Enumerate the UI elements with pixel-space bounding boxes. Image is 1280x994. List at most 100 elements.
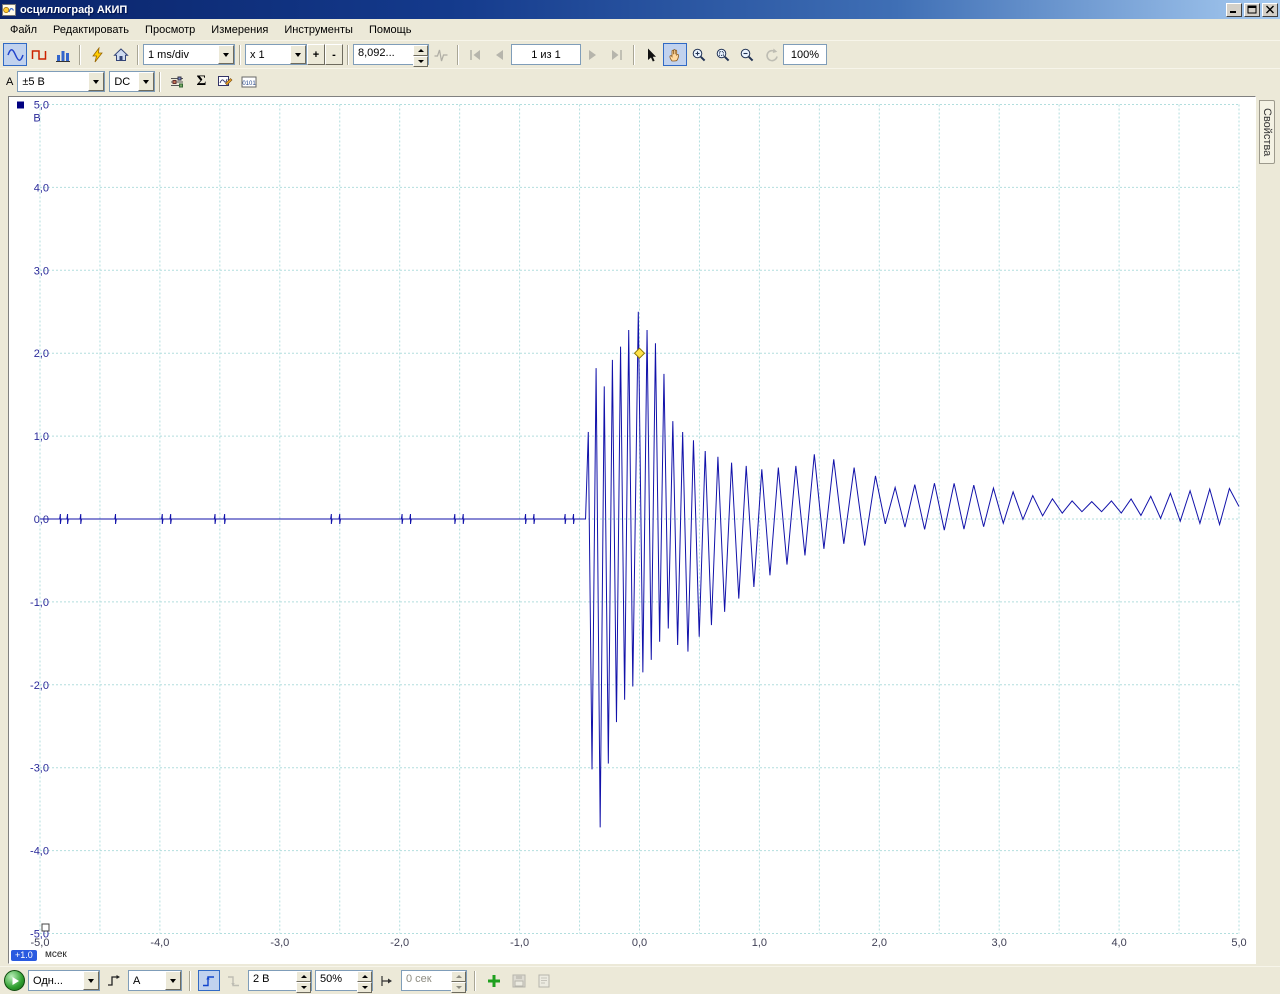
math-function-button[interactable]: Σ (189, 70, 213, 93)
spin-down-icon[interactable] (451, 982, 466, 993)
document-icon (536, 973, 552, 989)
trigger-delay-spinner[interactable]: 0 сек (401, 970, 467, 991)
spin-up-icon[interactable] (296, 971, 311, 982)
zoom-region-tool-button[interactable] (711, 43, 735, 66)
previous-record-button[interactable] (487, 43, 511, 66)
square-wave-view-button[interactable] (27, 43, 51, 66)
channel-toolbar: A ±5 В DC Σ (0, 68, 1280, 94)
spin-down-icon[interactable] (296, 982, 311, 993)
zoom-out-tool-button[interactable] (735, 43, 759, 66)
export-result-button[interactable] (533, 970, 555, 991)
digital-display-button[interactable]: 0101 (237, 70, 261, 93)
chevron-down-icon[interactable] (83, 971, 99, 990)
x-tick-label: 3,0 (992, 937, 1007, 949)
properties-tab[interactable]: Свойства (1259, 100, 1275, 164)
save-result-button[interactable] (508, 970, 530, 991)
auto-setup-button[interactable] (85, 43, 109, 66)
channel-settings-button[interactable] (165, 70, 189, 93)
offset-spinner[interactable]: 8,092... (353, 44, 429, 65)
menu-measurements[interactable]: Измерения (203, 21, 276, 39)
trigger-level-spinner[interactable]: 2 В (248, 970, 312, 991)
menu-help[interactable]: Помощь (361, 21, 420, 39)
channel-range-select[interactable]: ±5 В (17, 71, 105, 92)
scale-decrease-button[interactable]: - (325, 44, 343, 65)
toolbar-separator (457, 45, 459, 65)
pointer-tool-button[interactable] (639, 43, 663, 66)
y-tick-label: 4,0 (34, 182, 49, 194)
spin-up-icon[interactable] (357, 971, 372, 982)
trigger-level-value: 2 В (249, 971, 296, 990)
zoom-in-tool-button[interactable] (687, 43, 711, 66)
menu-view[interactable]: Просмотр (137, 21, 203, 39)
trigger-type-button[interactable] (103, 970, 125, 991)
x-tick-label: -1,0 (510, 937, 529, 949)
chevron-down-icon[interactable] (218, 45, 234, 64)
first-page-icon (467, 47, 483, 63)
sine-wave-icon (7, 47, 24, 63)
chevron-down-icon[interactable] (138, 72, 154, 91)
axis-drag-handle[interactable] (42, 924, 49, 931)
chevron-down-icon[interactable] (290, 45, 306, 64)
fit-view-button[interactable] (429, 43, 453, 66)
record-counter[interactable]: 1 из 1 (511, 44, 581, 65)
zoom-in-icon (691, 47, 707, 63)
y-tick-label: -4,0 (30, 846, 49, 858)
falling-edge-button[interactable] (223, 970, 245, 991)
toolbar-separator (159, 72, 161, 92)
x-tick-label: 2,0 (872, 937, 887, 949)
home-view-button[interactable] (109, 43, 133, 66)
undo-zoom-button[interactable] (759, 43, 783, 66)
rising-edge-button[interactable] (198, 970, 220, 991)
fit-waveform-icon (433, 47, 449, 63)
toolbar-separator (79, 45, 81, 65)
trigger-mode-select[interactable]: Одн... (28, 970, 100, 991)
last-record-button[interactable] (605, 43, 629, 66)
axis-scale-badge: +1.0 (11, 950, 37, 961)
digital-0101-icon: 0101 (241, 74, 257, 90)
hand-icon (667, 47, 683, 63)
measurement-marker-diamond[interactable] (635, 348, 645, 358)
main-toolbar: 1 ms/div x 1 + - 8,092... (0, 40, 1280, 68)
title-bar: осциллограф АКИП (0, 0, 1280, 19)
channel-label: A (3, 76, 17, 88)
trigger-source-select[interactable]: A (128, 970, 182, 991)
add-measurement-button[interactable] (483, 970, 505, 991)
maximize-button[interactable] (1244, 3, 1260, 17)
green-plus-icon (486, 973, 502, 989)
goto-trigger-button[interactable] (376, 970, 398, 991)
histogram-view-button[interactable] (51, 43, 75, 66)
coupling-select[interactable]: DC (109, 71, 155, 92)
minimize-button[interactable] (1226, 3, 1242, 17)
y-tick-label: -2,0 (30, 680, 49, 692)
floppy-icon (511, 973, 527, 989)
side-panel-strip: Свойства (1256, 96, 1278, 964)
scale-increase-button[interactable]: + (307, 44, 325, 65)
menu-file[interactable]: Файл (2, 21, 45, 39)
y-tick-label: 1,0 (34, 431, 49, 443)
chevron-down-icon[interactable] (88, 72, 104, 91)
first-record-button[interactable] (463, 43, 487, 66)
menu-tools[interactable]: Инструменты (276, 21, 361, 39)
chevron-down-icon[interactable] (165, 971, 181, 990)
spin-up-icon[interactable] (413, 45, 428, 56)
x-tick-label: -3,0 (270, 937, 289, 949)
trigger-position-spinner[interactable]: 50% (315, 970, 373, 991)
spin-down-icon[interactable] (413, 56, 428, 67)
measurement-editor-button[interactable] (213, 70, 237, 93)
next-record-button[interactable] (581, 43, 605, 66)
scale-select[interactable]: x 1 (245, 44, 307, 65)
run-button[interactable] (4, 970, 25, 991)
spin-down-icon[interactable] (357, 982, 372, 993)
offset-value: 8,092... (354, 45, 413, 64)
zoom-out-icon (739, 47, 755, 63)
close-button[interactable] (1262, 3, 1278, 17)
timebase-select[interactable]: 1 ms/div (143, 44, 235, 65)
zoom-level-field[interactable]: 100% (783, 44, 827, 65)
pan-tool-button[interactable] (663, 43, 687, 66)
menu-bar: Файл Редактировать Просмотр Измерения Ин… (0, 19, 1280, 40)
x-tick-label: 4,0 (1111, 937, 1126, 949)
plot-canvas[interactable]: 5,04,03,02,01,00,0-1,0-2,0-3,0-4,0-5,0-5… (9, 97, 1255, 963)
spin-up-icon[interactable] (451, 971, 466, 982)
waveform-view-button[interactable] (3, 43, 27, 66)
menu-edit[interactable]: Редактировать (45, 21, 137, 39)
